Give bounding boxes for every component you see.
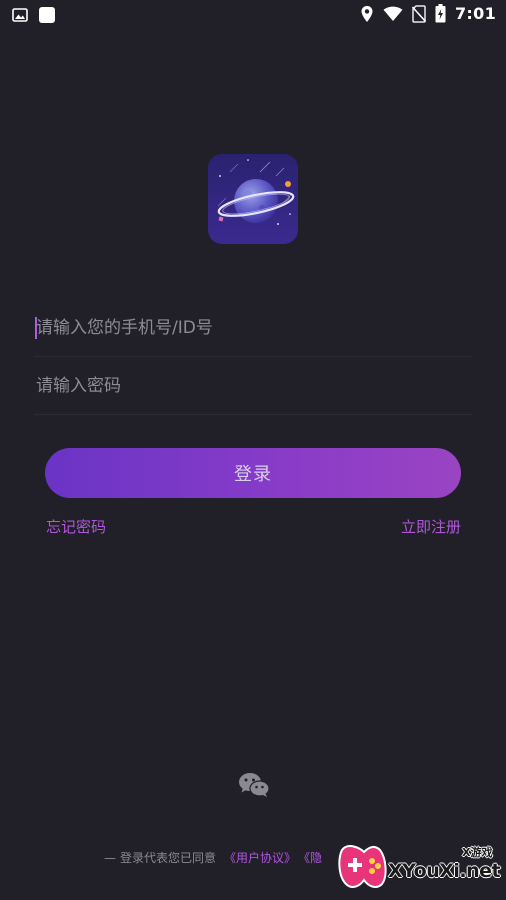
privacy-policy-link[interactable]: 《隐 <box>304 851 322 865</box>
forgot-password-link[interactable]: 忘记密码 <box>46 516 106 537</box>
phone-input[interactable] <box>34 300 474 356</box>
wechat-icon <box>238 771 270 799</box>
agreement-dash: — <box>104 851 116 865</box>
no-sim-icon <box>412 4 426 23</box>
login-button[interactable]: 登录 <box>45 448 461 498</box>
gamepad-logo-icon <box>338 845 387 888</box>
image-icon <box>12 7 28 23</box>
status-left <box>12 6 56 24</box>
battery-charging-icon <box>435 4 446 23</box>
watermark-tag: X游戏 <box>462 846 493 859</box>
status-bar: 7:01 <box>0 0 506 30</box>
register-link[interactable]: 立即注册 <box>401 516 461 537</box>
location-icon <box>360 5 374 23</box>
phone-field[interactable] <box>34 300 474 357</box>
site-watermark: X游戏 XYouXi.net <box>334 830 502 896</box>
password-field[interactable] <box>34 358 474 415</box>
wifi-icon <box>383 6 403 22</box>
watermark-brand: XYouXi.net <box>388 860 501 882</box>
wechat-login-button[interactable] <box>238 771 270 799</box>
planet-logo-icon <box>208 154 298 244</box>
notification-square-icon <box>38 6 56 24</box>
status-time: 7:01 <box>455 4 496 23</box>
status-right: 7:01 <box>360 4 496 23</box>
agreement-text: — 登录代表您已同意 《用户协议》 《隐 <box>104 849 322 866</box>
text-caret <box>35 317 37 339</box>
agreement-prefix: 登录代表您已同意 <box>120 851 217 865</box>
password-input[interactable] <box>34 358 474 414</box>
user-agreement-link[interactable]: 《用户协议》 <box>224 851 296 865</box>
